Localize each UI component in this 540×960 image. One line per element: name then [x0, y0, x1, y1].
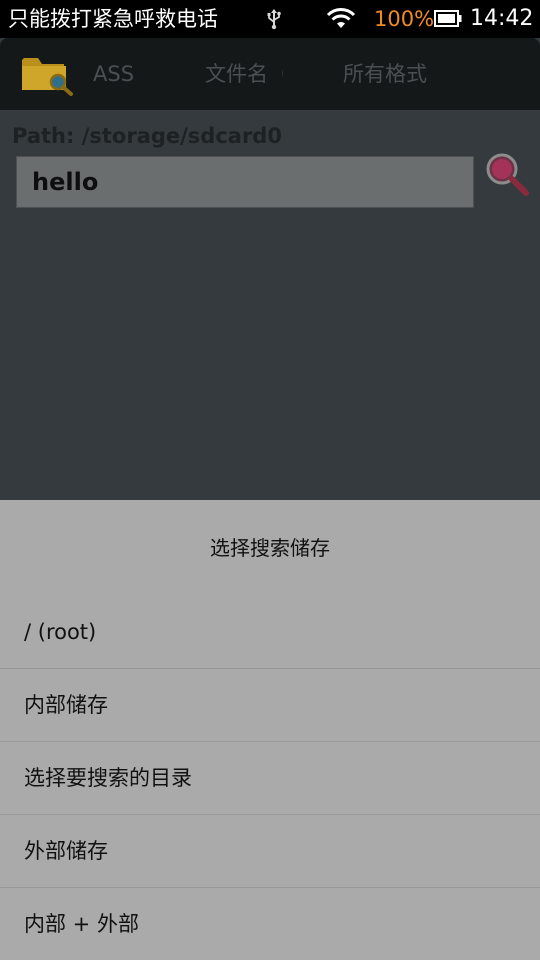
- toolbar: ASS 文件名（ 所有格式: [0, 38, 540, 110]
- battery-percent: 100%: [374, 7, 435, 31]
- tab-all-formats[interactable]: 所有格式: [343, 60, 453, 88]
- usb-icon: [267, 9, 281, 30]
- option-label: 外部储存: [24, 839, 108, 863]
- dialog-title: 选择搜索储存: [210, 536, 330, 560]
- clock: 14:42: [470, 6, 534, 31]
- storage-selection-dialog: 选择搜索储存 / (root) 内部储存 选择要搜索的目录 外部储存 内部 + …: [0, 500, 540, 960]
- option-choose-directory[interactable]: 选择要搜索的目录: [0, 741, 540, 814]
- option-label: / (root): [24, 620, 97, 644]
- status-bar: 只能拨打紧急呼救电话 100% 14:42: [0, 0, 540, 38]
- folder-search-icon[interactable]: [20, 52, 74, 96]
- tab-ass[interactable]: ASS: [93, 60, 153, 88]
- option-label: 选择要搜索的目录: [24, 766, 192, 790]
- tab-filename[interactable]: 文件名（: [205, 60, 283, 88]
- carrier-status-text: 只能拨打紧急呼救电话: [8, 7, 218, 31]
- path-label: Path: /storage/sdcard0: [12, 124, 282, 148]
- option-external-storage[interactable]: 外部储存: [0, 814, 540, 887]
- option-root[interactable]: / (root): [0, 596, 540, 669]
- option-internal-and-external[interactable]: 内部 + 外部: [0, 887, 540, 960]
- app-background: ASS 文件名（ 所有格式 Path: /storage/sdcard0 hel…: [0, 38, 540, 500]
- option-label: 内部储存: [24, 693, 108, 717]
- option-internal-storage[interactable]: 内部储存: [0, 668, 540, 741]
- option-label: 内部 + 外部: [24, 912, 139, 936]
- wifi-icon: [326, 8, 356, 28]
- screen: 只能拨打紧急呼救电话 100% 14:42 ASS 文件名（ 所有格式 Path…: [0, 0, 540, 960]
- battery-icon: [434, 10, 462, 27]
- magnifier-icon[interactable]: [483, 151, 531, 199]
- search-input[interactable]: hello: [16, 156, 474, 208]
